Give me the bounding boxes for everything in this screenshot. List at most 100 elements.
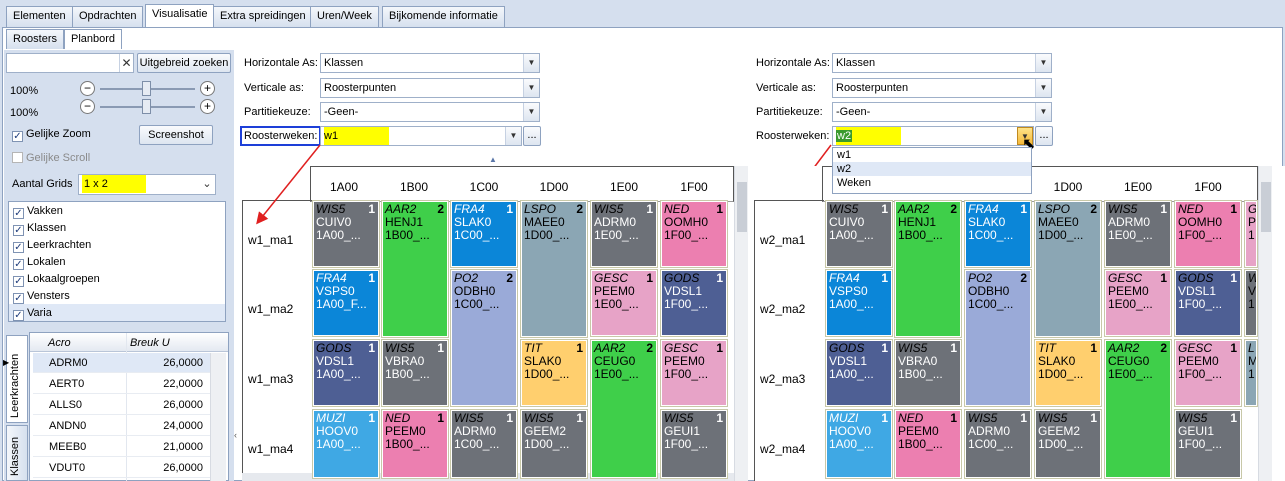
tab-uren-week[interactable]: Uren/Week xyxy=(310,6,379,27)
lesson-block[interactable]: NED 1 PEEM0 1B00_... xyxy=(894,409,962,479)
clear-icon[interactable]: ✕ xyxy=(119,54,133,72)
lesson-block[interactable]: TIT 1 SLAK0 1D00_... xyxy=(520,339,588,407)
lesson-block[interactable]: WIS5 1 GEUI1 1F00_... xyxy=(660,409,728,479)
grid1-h-select[interactable]: Klassen ▼ xyxy=(320,53,540,73)
table-scrollbar[interactable] xyxy=(210,353,226,481)
row-header[interactable]: w1_ma2 xyxy=(248,302,293,316)
lesson-block[interactable]: AAR2 2 HENJ1 1B00_... xyxy=(894,200,962,338)
lesson-block[interactable]: W V 1 xyxy=(1244,269,1258,337)
lesson-block[interactable]: LSPO 2 MAEE0 1D00_... xyxy=(1034,200,1102,338)
tab-opdrachten[interactable]: Opdrachten xyxy=(72,6,144,27)
row-header[interactable]: w1_ma3 xyxy=(248,372,293,386)
chevron-down-icon[interactable]: ▼ xyxy=(1035,103,1051,121)
lesson-block[interactable]: GESC 1 PEEM0 1E00_... xyxy=(590,269,658,337)
column-header[interactable]: 1E00 xyxy=(1104,180,1172,194)
tab-visualisatie[interactable]: Visualisatie xyxy=(145,4,215,27)
dropdown-option-weken[interactable]: Weken xyxy=(833,176,1031,190)
column-header[interactable]: 1F00 xyxy=(1174,180,1242,194)
zoom-slider-1-thumb[interactable] xyxy=(142,81,151,96)
tab-elementen[interactable]: Elementen xyxy=(6,6,73,27)
lesson-block[interactable]: FRA4 1 SLAK0 1C00_... xyxy=(450,200,518,268)
column-header[interactable]: 1B00 xyxy=(380,180,448,194)
lesson-block[interactable]: AAR2 2 CEUG0 1E00_... xyxy=(590,339,658,479)
lesson-block[interactable]: L M 1 xyxy=(1244,339,1258,407)
lesson-block[interactable]: TIT 1 SLAK0 1D00_... xyxy=(1034,339,1102,407)
check-leerkrachten[interactable]: ✓ Leerkrachten xyxy=(13,239,91,253)
lesson-block[interactable]: PO2 2 ODBH0 1C00_... xyxy=(964,269,1032,407)
check-varia[interactable]: ✓ Varia xyxy=(13,307,52,321)
row-header[interactable]: w2_ma2 xyxy=(760,302,805,316)
table-row[interactable]: ANDN0 24,0000 xyxy=(33,416,223,436)
lesson-block[interactable]: WIS5 1 ADRM0 1E00_... xyxy=(1104,200,1172,268)
screenshot-button[interactable]: Screenshot xyxy=(139,125,213,145)
subtab-planbord[interactable]: Planbord xyxy=(64,29,123,49)
lesson-block[interactable]: GESC 1 PEEM0 1E00_... xyxy=(1104,269,1172,337)
col-breuk-u[interactable]: Breuk U xyxy=(130,337,170,349)
row-header[interactable]: w2_ma4 xyxy=(760,442,805,456)
zoom-out-icon[interactable]: − xyxy=(80,99,95,114)
row-header[interactable]: w2_ma3 xyxy=(760,372,805,386)
lesson-block[interactable]: NED 1 OOMH0 1F00_... xyxy=(660,200,728,268)
grid2-p-select[interactable]: -Geen- ▼ xyxy=(832,102,1052,122)
table-row[interactable]: VDUT0 26,0000 xyxy=(33,458,223,478)
lesson-block[interactable]: FRA4 1 VSPS0 1A00_F... xyxy=(312,269,380,337)
lesson-block[interactable]: GODS 1 VDSL1 1F00_... xyxy=(1174,269,1242,337)
dropdown-option-w2[interactable]: w2 xyxy=(833,162,1031,176)
lesson-block[interactable]: WIS5 1 ADRM0 1C00_... xyxy=(450,409,518,479)
chevron-down-icon[interactable]: ▼ xyxy=(523,79,539,97)
chevron-down-icon[interactable]: ▼ xyxy=(523,54,539,72)
check-lokalen[interactable]: ✓ Lokalen xyxy=(13,256,66,270)
tab-bijkomende-informatie[interactable]: Bijkomende informatie xyxy=(382,6,505,27)
column-header[interactable]: 1D00 xyxy=(520,180,588,194)
row-header[interactable]: w1_ma4 xyxy=(248,442,293,456)
grid1-v-select[interactable]: Roosterpunten ▼ xyxy=(320,78,540,98)
vtab-leerkrachten[interactable]: Leerkrachten xyxy=(6,335,28,423)
zoom-in-icon[interactable]: + xyxy=(200,99,215,114)
lesson-block[interactable]: FRA4 1 VSPS0 1A00_... xyxy=(825,269,893,337)
grid2-v-select[interactable]: Roosterpunten ▼ xyxy=(832,78,1052,98)
table-row[interactable]: ▶ ADRM0 26,0000 xyxy=(3,353,223,373)
lesson-block[interactable]: WIS5 1 ADRM0 1E00_... xyxy=(590,200,658,268)
lesson-block[interactable]: MUZI 1 HOOV0 1A00_... xyxy=(825,409,893,479)
lesson-block[interactable]: NED 1 OOMH0 1F00_... xyxy=(1174,200,1242,268)
chevron-down-icon[interactable]: ▼ xyxy=(505,127,521,145)
lesson-block[interactable]: GESC 1 PEEM0 1F00_... xyxy=(660,339,728,407)
zoom-in-icon[interactable]: + xyxy=(200,81,215,96)
lesson-block[interactable]: GODS 1 VDSL1 1F00_... xyxy=(660,269,728,337)
table-row[interactable]: AERT0 22,0000 xyxy=(33,374,223,394)
column-header[interactable]: 1C00 xyxy=(450,180,518,194)
lesson-block[interactable]: WIS5 1 VBRA0 1B00_... xyxy=(381,339,449,407)
grid2-r-select[interactable]: w2 ▼ xyxy=(832,126,1034,146)
vtab-klassen[interactable]: Klassen xyxy=(6,425,28,481)
grid2-h-select[interactable]: Klassen ▼ xyxy=(832,53,1052,73)
check-lokaalgroepen[interactable]: ✓ Lokaalgroepen xyxy=(13,273,100,287)
chevron-down-icon[interactable]: ▼ xyxy=(1035,54,1051,72)
chevron-down-icon[interactable]: ⌄ xyxy=(199,175,215,193)
row-header[interactable]: w2_ma1 xyxy=(760,233,805,247)
aantal-grids-select[interactable]: 1 x 2 ⌄ xyxy=(78,174,216,195)
dropdown-option-w1[interactable]: w1 xyxy=(833,148,1031,162)
grid1-scrollbar[interactable] xyxy=(734,166,748,481)
lesson-block[interactable]: NED 1 PEEM0 1B00_... xyxy=(381,409,449,479)
chevron-down-icon[interactable]: ▼ xyxy=(1035,79,1051,97)
lesson-block[interactable]: WIS5 1 GEEM2 1D00_... xyxy=(520,409,588,479)
advanced-search-button[interactable]: Uitgebreid zoeken xyxy=(137,53,231,73)
search-input[interactable]: ✕ xyxy=(6,53,134,73)
check-vensters[interactable]: ✓ Vensters xyxy=(13,290,70,304)
lesson-block[interactable]: LSPO 2 MAEE0 1D00_... xyxy=(520,200,588,338)
check-vakken[interactable]: ✓ Vakken xyxy=(13,205,63,219)
grid2-more-button[interactable]: ... xyxy=(1035,126,1053,146)
lesson-block[interactable]: WIS5 1 ADRM0 1C00_... xyxy=(964,409,1032,479)
lesson-block[interactable]: G P 1 xyxy=(1244,200,1258,268)
lesson-block[interactable]: PO2 2 ODBH0 1C00_... xyxy=(450,269,518,407)
col-acro[interactable]: Acro xyxy=(48,337,71,349)
zoom-slider-2-thumb[interactable] xyxy=(142,99,151,114)
check-klassen[interactable]: ✓ Klassen xyxy=(13,222,66,236)
lesson-block[interactable]: AAR2 2 CEUG0 1E00_... xyxy=(1104,339,1172,479)
lesson-block[interactable]: GESC 1 PEEM0 1F00_... xyxy=(1174,339,1242,407)
lesson-block[interactable]: WIS5 1 CUIV0 1A00_... xyxy=(825,200,893,268)
zoom-out-icon[interactable]: − xyxy=(80,81,95,96)
table-row[interactable]: MEEB0 21,0000 xyxy=(33,437,223,457)
lesson-block[interactable]: WIS5 1 GEEM2 1D00_... xyxy=(1034,409,1102,479)
grid2-scrollbar[interactable] xyxy=(1258,166,1272,481)
